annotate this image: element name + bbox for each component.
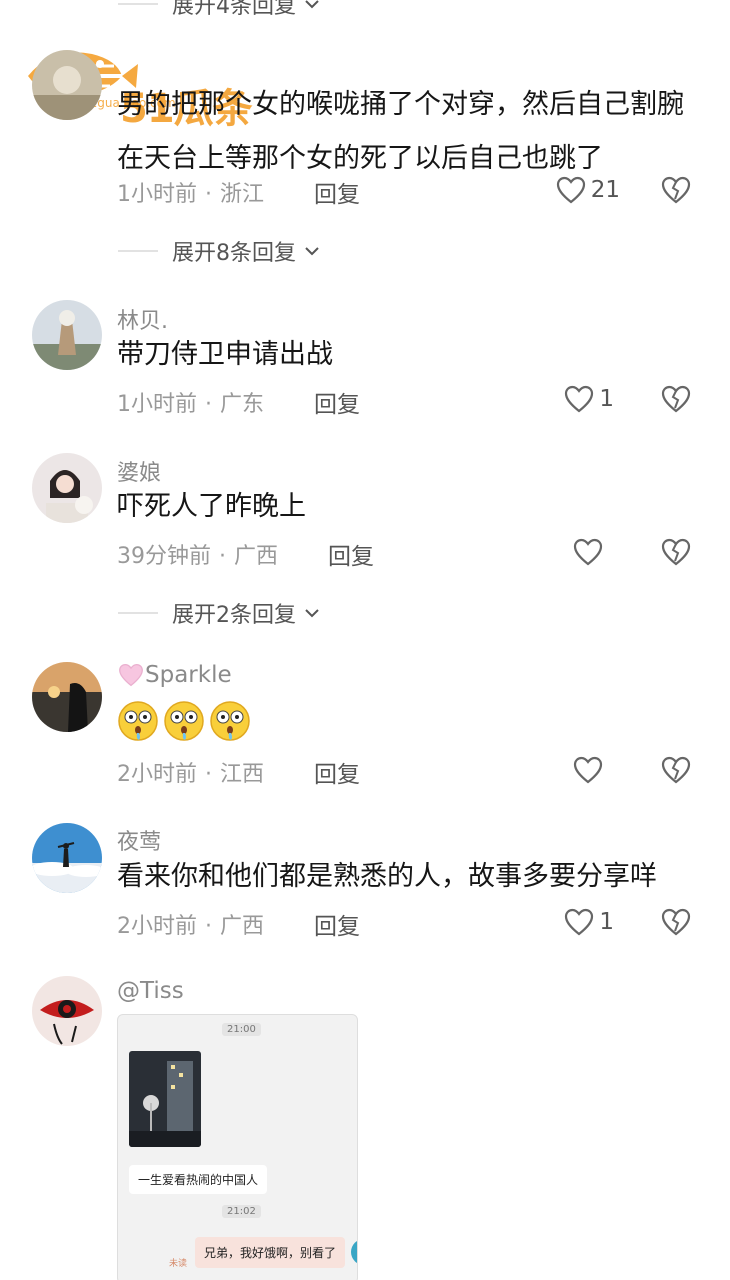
broken-heart-icon [661,176,691,204]
username[interactable]: @Tiss [117,978,184,1004]
dislike-button[interactable] [660,755,692,785]
dislike-button[interactable] [660,384,692,414]
comment-meta: 1小时前 · 浙江 [117,182,265,207]
reply-button[interactable]: 回复 [314,385,360,419]
dislike-button[interactable] [660,175,692,205]
comment-time: 39分钟前 [117,544,211,569]
pink-heart-icon [119,663,143,687]
broken-heart-icon [661,756,691,784]
comment-meta: 2小时前 · 广西 [117,914,265,939]
divider [118,612,158,614]
chat-image [129,1051,201,1147]
dislike-button[interactable] [660,537,692,567]
expand-label: 展开8条回复 [172,241,296,266]
chat-timestamp: 21:02 [222,1205,261,1218]
like-button[interactable] [572,532,620,572]
comment-text: 吓死人了昨晚上 [117,491,306,522]
comment-meta: 1小时前 · 广东 [117,392,265,417]
like-button[interactable]: 21 [555,170,620,210]
like-button[interactable]: 1 [563,902,614,942]
like-count: 1 [599,909,614,935]
like-button[interactable]: 1 [563,379,614,419]
chat-bubble-incoming: 一生爱看热闹的中国人 [129,1165,268,1194]
reply-button[interactable]: 回复 [314,175,360,209]
comment-region: 浙江 [220,182,265,207]
unread-label: 未读 [169,1259,188,1269]
chevron-down-icon [305,247,319,256]
reply-button[interactable]: 回复 [328,537,374,571]
comment-time: 2小时前 [117,914,197,939]
comment-region: 广西 [234,544,279,569]
broken-heart-icon [661,908,691,936]
attached-screenshot[interactable]: 21:00 一生爱看热闹的中国人 21:02 未读 兄弟，我好饿啊，别看了 [117,1014,358,1280]
comment-time: 1小时前 [117,182,197,207]
comment-time: 1小时前 [117,392,197,417]
emoji-row [117,700,251,742]
heart-outline-icon [556,176,585,204]
avatar[interactable] [32,50,102,120]
reply-button[interactable]: 回复 [314,907,360,941]
avatar[interactable] [32,453,102,523]
astonished-face-icon [118,701,158,741]
chevron-down-icon [305,0,319,9]
expand-replies[interactable]: 展开8条回复 [118,231,322,271]
like-count: 21 [590,177,620,203]
broken-heart-icon [661,538,691,566]
chat-timestamp: 21:00 [222,1023,261,1036]
chat-bubble-outgoing: 兄弟，我好饿啊，别看了 [195,1237,346,1268]
heart-outline-icon [565,385,594,413]
avatar[interactable] [32,976,102,1046]
comment-text: 带刀侍卫申请出战 [117,339,333,370]
username-row[interactable]: Sparkle [117,662,232,688]
avatar[interactable] [32,823,102,893]
expand-replies[interactable]: 展开2条回复 [118,593,322,633]
reply-button[interactable]: 回复 [314,755,360,789]
comment-region: 广东 [220,392,265,417]
avatar[interactable] [32,662,102,732]
astonished-face-icon [164,701,204,741]
comment-time: 2小时前 [117,762,197,787]
heart-outline-icon [573,538,603,566]
divider [118,3,158,5]
like-count: 1 [599,386,614,412]
chevron-down-icon [305,609,319,618]
avatar[interactable] [32,300,102,370]
expand-label: 展开4条回复 [172,0,296,19]
heart-outline-icon [573,756,603,784]
divider [118,250,158,252]
broken-heart-icon [661,385,691,413]
comment-region: 广西 [220,914,265,939]
username: Sparkle [145,662,232,688]
expand-replies-top[interactable]: 展开4条回复 [118,0,322,24]
astonished-face-icon [210,701,250,741]
comment-region: 江西 [220,762,265,787]
comment-text: 看来你和他们都是熟悉的人，故事多要分享咩 [117,861,657,892]
like-button[interactable] [572,750,620,790]
heart-outline-icon [565,908,594,936]
comment-meta: 39分钟前 · 广西 [117,544,279,569]
chat-avatar [351,1239,357,1265]
dislike-button[interactable] [660,907,692,937]
expand-label: 展开2条回复 [172,603,296,628]
comment-meta: 2小时前 · 江西 [117,762,265,787]
